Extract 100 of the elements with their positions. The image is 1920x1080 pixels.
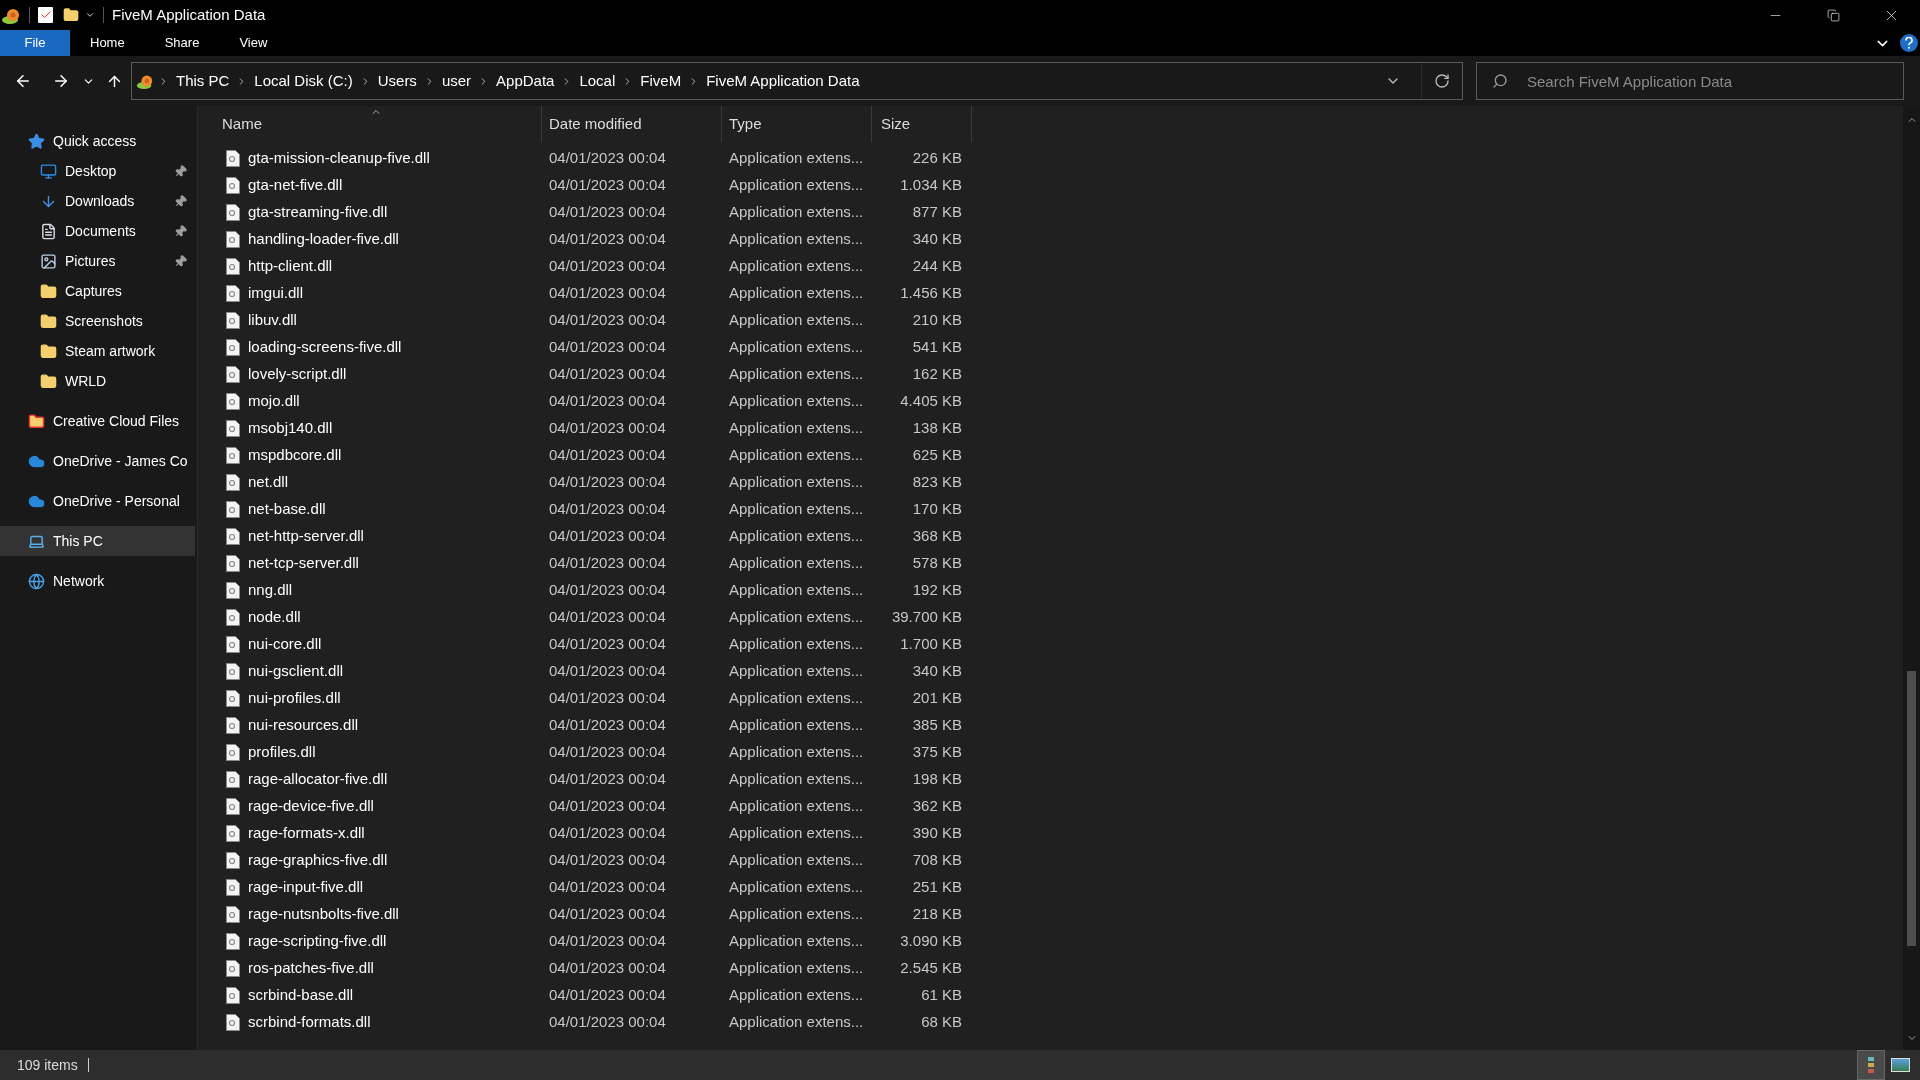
breadcrumb-item[interactable]: Local [576, 69, 619, 93]
sidebar-item[interactable]: This PC [0, 526, 195, 556]
size-cell-text: 877 KB [911, 202, 963, 223]
size-cell-text: 162 KB [911, 364, 963, 385]
breadcrumb-item[interactable]: Local Disk (C:) [251, 69, 356, 93]
folder-icon [40, 372, 57, 390]
size-cell-text: 1.700 KB [899, 634, 963, 655]
folder-icon[interactable] [63, 7, 79, 23]
file-name[interactable]: rage-input-five.dll [248, 876, 364, 899]
file-name[interactable]: rage-allocator-five.dll [248, 768, 388, 791]
dll-file-icon [226, 366, 240, 383]
forward-button[interactable] [52, 72, 70, 90]
date-modified-cell-text: 04/01/2023 00:04 [548, 337, 667, 358]
breadcrumb-item[interactable]: AppData [493, 69, 558, 93]
date-modified-cell-text: 04/01/2023 00:04 [548, 445, 667, 466]
date-modified-cell-text: 04/01/2023 00:04 [548, 391, 667, 412]
column-header[interactable]: Type [722, 106, 872, 142]
breadcrumb-item[interactable]: user [438, 69, 475, 93]
file-name[interactable]: mspdbcore.dll [248, 444, 342, 467]
file-name[interactable]: mojo.dll [248, 390, 300, 413]
file-name[interactable]: nui-core.dll [248, 633, 322, 656]
size-cell-text: 375 KB [911, 742, 963, 763]
file-name[interactable]: msobj140.dll [248, 417, 333, 440]
restore-icon[interactable] [1826, 8, 1840, 22]
file-name[interactable]: lovely-script.dll [248, 363, 347, 386]
type-cell-text: Application extens... [728, 607, 865, 628]
date-modified-cell-text: 04/01/2023 00:04 [548, 769, 667, 790]
file-name[interactable]: net-http-server.dll [248, 525, 364, 548]
date-modified-cell-text: 04/01/2023 00:04 [548, 526, 667, 547]
sidebar-item[interactable]: Network [0, 566, 195, 596]
sidebar-item[interactable]: Documents [0, 216, 195, 246]
file-name[interactable]: net-tcp-server.dll [248, 552, 359, 575]
sidebar-item[interactable]: Creative Cloud Files [0, 406, 195, 436]
column-header[interactable]: Size [872, 106, 972, 142]
sidebar-item[interactable]: Captures [0, 276, 195, 306]
sidebar-item[interactable]: Quick access [0, 126, 195, 156]
file-name[interactable]: http-client.dll [248, 255, 333, 278]
sidebar-item[interactable]: WRLD [0, 366, 195, 396]
breadcrumb-item[interactable]: FiveM [637, 69, 685, 93]
ribbon-tab[interactable]: File [0, 30, 70, 56]
file-name[interactable]: rage-formats-x.dll [248, 822, 365, 845]
file-name[interactable]: gta-mission-cleanup-five.dll [248, 147, 430, 170]
file-name[interactable]: rage-graphics-five.dll [248, 849, 388, 872]
properties-icon[interactable] [38, 7, 53, 23]
size-cell-text: 170 KB [911, 499, 963, 520]
address-bar[interactable]: This PC Local Disk (C:) Users user AppData Local FiveM FiveM Application Data [131, 62, 1463, 100]
dll-file-icon [226, 744, 240, 761]
type-cell-text: Application extens... [728, 553, 865, 574]
large-icons-view-button[interactable] [1891, 1058, 1910, 1072]
help-icon[interactable] [1900, 34, 1918, 52]
dll-file-icon [226, 1014, 240, 1031]
file-name[interactable]: rage-device-five.dll [248, 795, 374, 818]
type-cell-text: Application extens... [728, 256, 865, 277]
dll-file-icon [226, 987, 240, 1004]
file-name[interactable]: node.dll [248, 606, 301, 629]
column-header[interactable]: Date modified [542, 106, 722, 142]
file-name[interactable]: net.dll [248, 471, 289, 494]
type-cell-text: Application extens... [728, 661, 865, 682]
dll-file-icon [226, 312, 240, 329]
size-cell-text: 251 KB [911, 877, 963, 898]
sidebar-item[interactable]: OneDrive - Personal [0, 486, 195, 516]
search-field[interactable]: Search FiveM Application Data [1476, 62, 1904, 100]
file-name[interactable]: net-base.dll [248, 498, 326, 521]
file-name[interactable]: nui-profiles.dll [248, 687, 341, 710]
vertical-scrollbar[interactable] [1903, 106, 1920, 1050]
back-button[interactable] [14, 72, 32, 90]
file-name[interactable]: nng.dll [248, 579, 293, 602]
file-name[interactable]: scrbind-base.dll [248, 984, 354, 1007]
file-name[interactable]: rage-scripting-five.dll [248, 930, 387, 953]
file-name[interactable]: profiles.dll [248, 741, 316, 764]
column-header[interactable]: Name [198, 106, 542, 142]
breadcrumb-item[interactable]: Users [374, 69, 420, 93]
file-name[interactable]: imgui.dll [248, 282, 304, 305]
refresh-icon[interactable] [1434, 73, 1450, 89]
details-view-button[interactable] [1857, 1050, 1885, 1080]
breadcrumb-item[interactable]: FiveM Application Data [703, 69, 863, 93]
file-name[interactable]: rage-nutsnbolts-five.dll [248, 903, 399, 926]
dll-file-icon [226, 420, 240, 437]
star-icon [28, 132, 45, 150]
file-name[interactable]: ros-patches-five.dll [248, 957, 374, 980]
file-name[interactable]: handling-loader-five.dll [248, 228, 399, 251]
file-name[interactable]: scrbind-formats.dll [248, 1011, 371, 1034]
date-modified-cell-text: 04/01/2023 00:04 [548, 823, 667, 844]
sidebar-item[interactable]: OneDrive - James Co [0, 446, 195, 476]
sidebar-item[interactable]: Desktop [0, 156, 195, 186]
sidebar-item[interactable]: Screenshots [0, 306, 195, 336]
customize-dropdown-icon[interactable] [85, 10, 95, 20]
file-name[interactable]: libuv.dll [248, 309, 297, 332]
file-name[interactable]: gta-net-five.dll [248, 174, 343, 197]
file-name[interactable]: gta-streaming-five.dll [248, 201, 388, 224]
scrollbar-thumb[interactable] [1907, 671, 1916, 946]
file-name[interactable]: nui-resources.dll [248, 714, 359, 737]
date-modified-cell-text: 04/01/2023 00:04 [548, 607, 667, 628]
sidebar-item[interactable]: Downloads [0, 186, 195, 216]
search-icon [1492, 73, 1508, 89]
breadcrumb-item[interactable]: This PC [173, 69, 233, 93]
sidebar-item[interactable]: Steam artwork [0, 336, 195, 366]
file-name[interactable]: loading-screens-five.dll [248, 336, 402, 359]
file-name[interactable]: nui-gsclient.dll [248, 660, 344, 683]
sidebar-item[interactable]: Pictures [0, 246, 195, 276]
